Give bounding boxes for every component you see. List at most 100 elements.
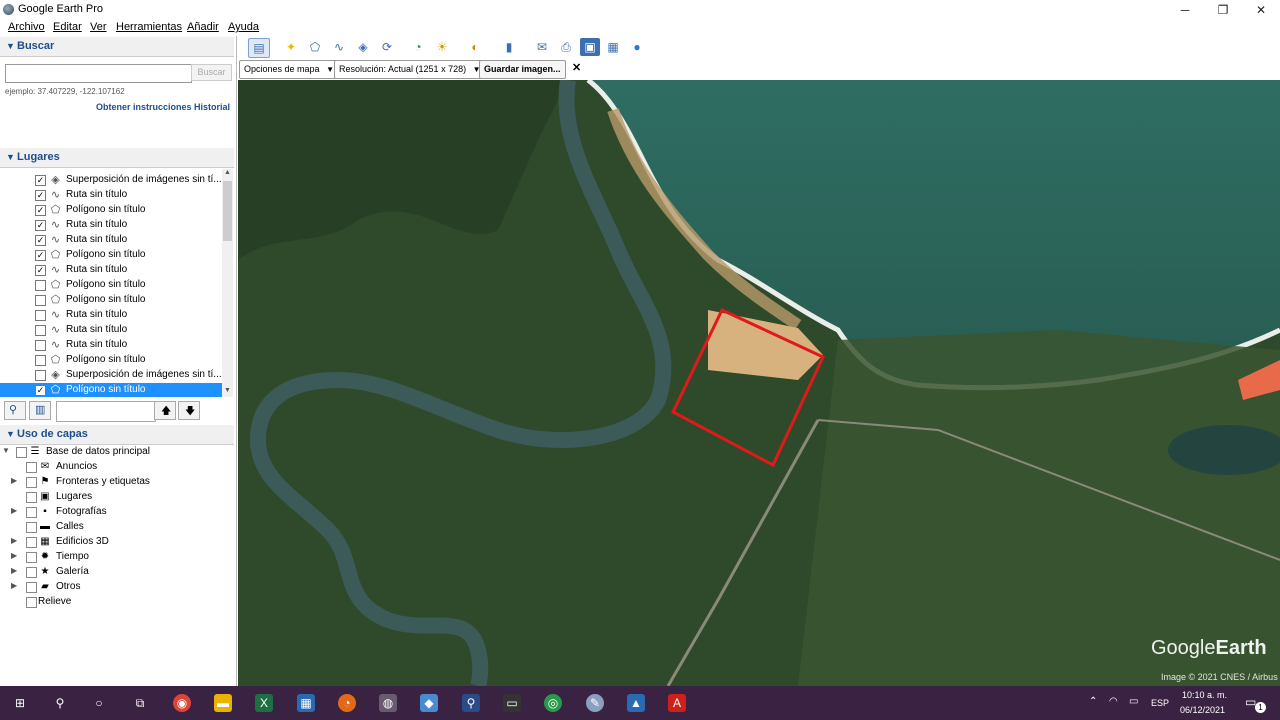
place-item[interactable]: ◈ Superposición de imágenes sin tí... xyxy=(0,368,222,383)
planets-button[interactable]: ◐ xyxy=(465,38,485,56)
acrobat-icon[interactable]: A xyxy=(668,694,686,712)
google-earth-taskbar-icon[interactable]: ◍ xyxy=(379,694,397,712)
close-window-button[interactable]: ✕ xyxy=(1242,0,1280,19)
calculator-icon[interactable]: ▦ xyxy=(297,694,315,712)
print-button[interactable]: ⎙ xyxy=(556,38,576,56)
language-indicator[interactable]: ESP xyxy=(1151,698,1169,708)
layer-item[interactable]: ▬ Calles xyxy=(0,520,234,535)
place-item[interactable]: ✓ ∿ Ruta sin título xyxy=(0,263,222,278)
save-image-action-button[interactable]: Guardar imagen... xyxy=(479,60,566,79)
menu-anadir[interactable]: Añadir xyxy=(187,21,219,33)
layer-checkbox[interactable] xyxy=(26,552,37,563)
collapse-icon[interactable]: ▼ xyxy=(2,446,10,455)
places-section-header[interactable]: ▼ Lugares xyxy=(0,148,234,168)
ruler-button[interactable]: ▮ xyxy=(499,38,519,56)
expand-icon[interactable]: ▶ xyxy=(11,476,17,485)
search-icon[interactable]: ⚲ xyxy=(51,694,69,712)
place-item[interactable]: ⬠ Polígono sin título xyxy=(0,353,222,368)
scroll-up-icon[interactable]: ▲ xyxy=(224,169,231,176)
menu-ayuda[interactable]: Ayuda xyxy=(228,21,259,33)
email-button[interactable]: ✉ xyxy=(532,38,552,56)
network-icon[interactable]: ◠ xyxy=(1109,696,1118,707)
place-checkbox[interactable]: ✓ xyxy=(35,220,46,231)
place-item[interactable]: ✓ ⬠ Polígono sin título xyxy=(0,248,222,263)
app-icon[interactable]: ◔ xyxy=(338,694,356,712)
expand-icon[interactable]: ▶ xyxy=(11,506,17,515)
layer-checkbox[interactable] xyxy=(26,462,37,473)
place-checkbox[interactable]: ✓ xyxy=(35,250,46,261)
layer-checkbox[interactable] xyxy=(26,507,37,518)
place-item[interactable]: ∿ Ruta sin título xyxy=(0,338,222,353)
layer-item[interactable]: ▶ ★ Galería xyxy=(0,565,234,580)
layer-item[interactable]: Relieve xyxy=(0,595,234,610)
layer-item[interactable]: ▶ ▰ Otros xyxy=(0,580,234,595)
layer-checkbox[interactable] xyxy=(26,537,37,548)
place-checkbox[interactable] xyxy=(35,280,46,291)
layer-checkbox[interactable] xyxy=(26,567,37,578)
close-options-icon[interactable]: ✕ xyxy=(572,61,581,74)
place-checkbox[interactable]: ✓ xyxy=(35,190,46,201)
place-item[interactable]: ✓ ∿ Ruta sin título xyxy=(0,218,222,233)
expand-icon[interactable]: ▶ xyxy=(11,551,17,560)
search-section-header[interactable]: ▼ Buscar xyxy=(0,37,234,57)
photos-icon[interactable]: ▲ xyxy=(627,694,645,712)
historical-imagery-button[interactable]: ◔ xyxy=(408,38,428,56)
place-item[interactable]: ∿ Ruta sin título xyxy=(0,323,222,338)
expand-icon[interactable]: ▶ xyxy=(11,581,17,590)
sunlight-button[interactable]: ☀ xyxy=(432,38,452,56)
satellite-imagery[interactable]: GoogleEarth Image © 2021 CNES / Airbus xyxy=(238,80,1280,686)
scroll-thumb[interactable] xyxy=(223,181,232,241)
menu-editar[interactable]: Editar xyxy=(53,21,82,33)
layer-item[interactable]: ▣ Lugares xyxy=(0,490,234,505)
resolution-dropdown[interactable]: Resolución: Actual (1251 x 728) ▼ xyxy=(334,60,486,79)
sig-app-icon[interactable]: ◎ xyxy=(544,694,562,712)
earth-button[interactable]: ● xyxy=(627,38,647,56)
place-checkbox[interactable] xyxy=(35,325,46,336)
add-overlay-button[interactable]: ◈ xyxy=(353,38,373,56)
layer-item[interactable]: ▶ ▦ Edificios 3D xyxy=(0,535,234,550)
place-checkbox[interactable]: ✓ xyxy=(35,385,46,396)
place-item[interactable]: ⬠ Polígono sin título xyxy=(0,278,222,293)
place-checkbox[interactable] xyxy=(35,310,46,321)
task-view-icon[interactable]: ⧉ xyxy=(131,694,149,712)
place-checkbox[interactable] xyxy=(35,370,46,381)
terminal-icon[interactable]: ▭ xyxy=(503,694,521,712)
place-checkbox[interactable] xyxy=(35,355,46,366)
place-checkbox[interactable]: ✓ xyxy=(35,235,46,246)
place-checkbox[interactable]: ✓ xyxy=(35,175,46,186)
place-item[interactable]: ✓ ∿ Ruta sin título xyxy=(0,188,222,203)
chrome-icon[interactable]: ◉ xyxy=(173,694,191,712)
clock-date[interactable]: 06/12/2021 xyxy=(1180,705,1225,715)
expand-icon[interactable]: ▶ xyxy=(11,566,17,575)
places-filter-input[interactable] xyxy=(56,401,156,422)
file-explorer-icon[interactable]: ▬ xyxy=(214,694,232,712)
move-down-button[interactable]: 🡇 xyxy=(178,401,200,420)
place-item[interactable]: ✓ ⬠ Polígono sin título xyxy=(0,383,222,397)
layer-item[interactable]: ✉ Anuncios xyxy=(0,460,234,475)
layer-checkbox[interactable] xyxy=(26,477,37,488)
sidebar-toggle-button[interactable]: ▤ xyxy=(248,38,270,58)
layer-checkbox[interactable] xyxy=(26,597,37,608)
expand-icon[interactable]: ▶ xyxy=(11,536,17,545)
place-checkbox[interactable]: ✓ xyxy=(35,265,46,276)
place-item[interactable]: ✓ ∿ Ruta sin título xyxy=(0,233,222,248)
add-path-button[interactable]: ∿ xyxy=(329,38,349,56)
google-maps-button[interactable]: ▦ xyxy=(603,38,623,56)
windows-start-icon[interactable]: ⊞ xyxy=(11,694,29,712)
history-link[interactable]: Historial xyxy=(194,102,230,112)
layer-item[interactable]: ▶ ▪ Fotografías xyxy=(0,505,234,520)
search-places-button[interactable]: ⚲ xyxy=(4,401,26,420)
layers-section-header[interactable]: ▼ Uso de capas xyxy=(0,425,234,445)
save-image-button[interactable]: ▣ xyxy=(580,38,600,56)
menu-archivo[interactable]: Archivo xyxy=(8,21,45,33)
place-checkbox[interactable] xyxy=(35,340,46,351)
panel-toggle-button[interactable]: ▥ xyxy=(29,401,51,420)
layer-checkbox[interactable] xyxy=(26,582,37,593)
clock-time[interactable]: 10:10 a. m. xyxy=(1182,690,1227,700)
map-view[interactable]: GoogleEarth Image © 2021 CNES / Airbus xyxy=(238,80,1280,686)
layer-item[interactable]: ▼ ☰ Base de datos principal xyxy=(0,445,234,460)
app-icon[interactable]: ◆ xyxy=(420,694,438,712)
layer-item[interactable]: ▶ ⚑ Fronteras y etiquetas xyxy=(0,475,234,490)
scroll-down-icon[interactable]: ▼ xyxy=(224,387,231,394)
cortana-icon[interactable]: ○ xyxy=(90,694,108,712)
